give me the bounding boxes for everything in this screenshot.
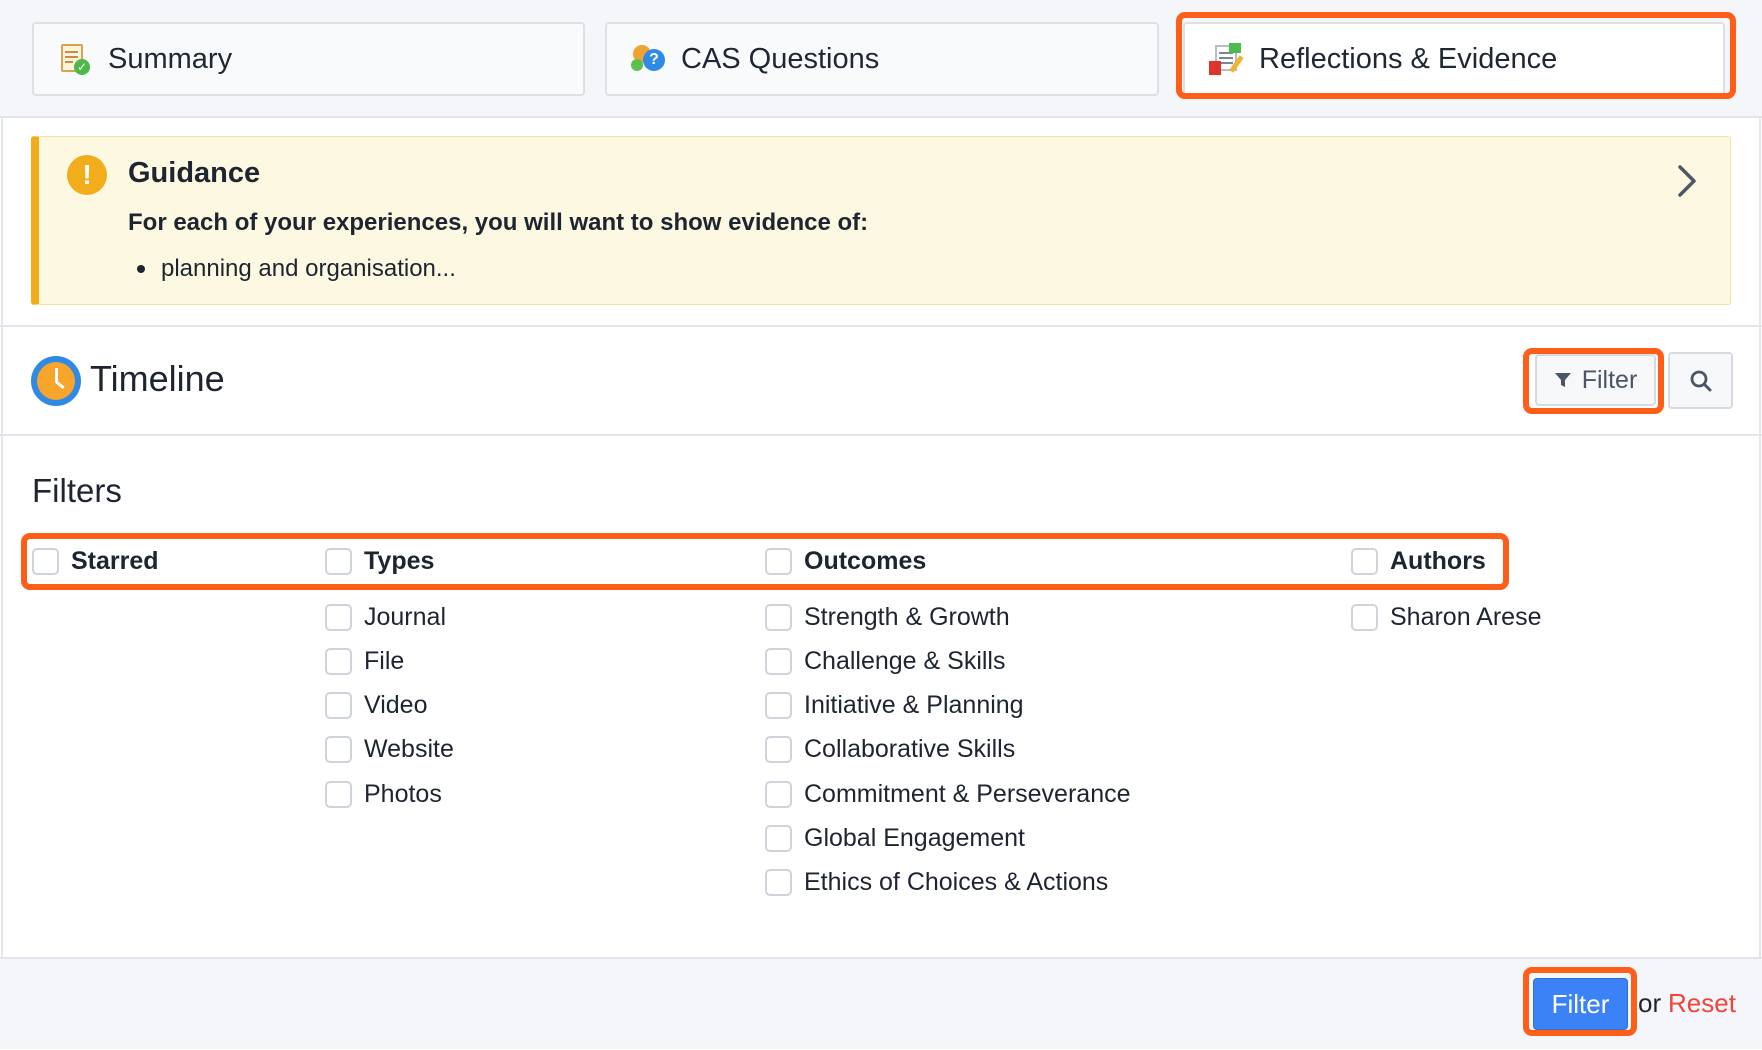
tab-label: Summary xyxy=(108,42,233,75)
search-icon xyxy=(1690,370,1711,391)
type-label: Video xyxy=(364,691,428,719)
outcome-label: Initiative & Planning xyxy=(804,691,1024,719)
type-label: Website xyxy=(364,735,454,763)
filter-header-label: Starred xyxy=(71,547,159,575)
author-option[interactable]: Sharon Arese xyxy=(1351,603,1542,632)
outcome-option[interactable]: Collaborative Skills xyxy=(765,735,1015,764)
filter-header-outcomes[interactable]: Outcomes xyxy=(765,547,926,576)
tab-summary[interactable]: ✓ Summary xyxy=(32,22,585,96)
or-text: or xyxy=(1638,988,1662,1018)
type-checkbox[interactable] xyxy=(325,736,352,763)
outcome-checkbox[interactable] xyxy=(765,825,792,852)
filter-toggle-label: Filter xyxy=(1581,365,1638,394)
outcome-label: Ethics of Choices & Actions xyxy=(804,868,1109,896)
outcome-label: Global Engagement xyxy=(804,824,1025,852)
outcome-checkbox[interactable] xyxy=(765,648,792,675)
outcome-option[interactable]: Initiative & Planning xyxy=(765,691,1024,720)
author-label: Sharon Arese xyxy=(1390,603,1542,631)
outcome-checkbox[interactable] xyxy=(765,604,792,631)
type-checkbox[interactable] xyxy=(325,781,352,808)
divider xyxy=(0,325,1762,327)
filter-header-types[interactable]: Types xyxy=(325,547,434,576)
filter-header-label: Outcomes xyxy=(804,547,927,575)
tab-reflections-evidence[interactable]: Reflections & Evidence xyxy=(1183,22,1725,96)
tab-cas-questions[interactable]: ? CAS Questions xyxy=(605,22,1159,96)
tab-label: CAS Questions xyxy=(681,42,880,75)
outcome-option[interactable]: Strength & Growth xyxy=(765,603,1010,632)
type-option[interactable]: Photos xyxy=(325,780,442,809)
authors-checkbox[interactable] xyxy=(1351,548,1378,575)
type-label: Journal xyxy=(364,603,446,631)
reflections-icon xyxy=(1209,43,1244,75)
filter-toggle-button[interactable]: Filter xyxy=(1535,354,1656,406)
type-option[interactable]: Video xyxy=(325,691,428,720)
filter-header-label: Authors xyxy=(1390,547,1486,575)
search-button[interactable] xyxy=(1668,352,1733,409)
guidance-bullet-text: planning and organisation... xyxy=(161,255,456,282)
funnel-icon xyxy=(1554,373,1571,387)
outcome-label: Challenge & Skills xyxy=(804,647,1006,675)
chevron-right-icon[interactable] xyxy=(1672,161,1702,201)
starred-checkbox[interactable] xyxy=(32,548,59,575)
type-checkbox[interactable] xyxy=(325,604,352,631)
tab-label: Reflections & Evidence xyxy=(1259,42,1558,75)
outcome-option[interactable]: Commitment & Perseverance xyxy=(765,780,1131,809)
guidance-title: Guidance xyxy=(128,157,261,189)
summary-icon: ✓ xyxy=(58,43,90,75)
type-option[interactable]: Website xyxy=(325,735,454,764)
filter-header-authors[interactable]: Authors xyxy=(1351,547,1486,576)
outcome-option[interactable]: Global Engagement xyxy=(765,824,1025,853)
filters-title: Filters xyxy=(32,472,122,509)
outcome-option[interactable]: Challenge & Skills xyxy=(765,647,1006,676)
timeline-clock-icon xyxy=(31,356,81,406)
apply-filter-button[interactable]: Filter xyxy=(1533,978,1628,1030)
type-checkbox[interactable] xyxy=(325,648,352,675)
filter-header-label: Types xyxy=(364,547,435,575)
type-option[interactable]: Journal xyxy=(325,603,446,632)
outcomes-checkbox[interactable] xyxy=(765,548,792,575)
guidance-bullet: planning and organisation... xyxy=(137,255,456,283)
outcome-label: Commitment & Perseverance xyxy=(804,780,1131,808)
outcome-option[interactable]: Ethics of Choices & Actions xyxy=(765,868,1108,897)
outcome-label: Strength & Growth xyxy=(804,603,1010,631)
guidance-panel: ! Guidance For each of your experiences,… xyxy=(31,136,1731,305)
outcome-checkbox[interactable] xyxy=(765,692,792,719)
outcome-label: Collaborative Skills xyxy=(804,735,1016,763)
type-label: File xyxy=(364,647,405,675)
bullet-dot xyxy=(137,265,145,273)
types-checkbox[interactable] xyxy=(325,548,352,575)
filter-header-starred[interactable]: Starred xyxy=(32,547,159,576)
warning-icon: ! xyxy=(67,155,107,195)
reset-link[interactable]: Reset xyxy=(1668,988,1736,1019)
outcome-checkbox[interactable] xyxy=(765,736,792,763)
type-label: Photos xyxy=(364,780,442,808)
tabs-bar: ✓ Summary ? CAS Questions Reflections & … xyxy=(0,0,1762,118)
divider xyxy=(0,434,1762,436)
type-checkbox[interactable] xyxy=(325,692,352,719)
filter-actions-bar xyxy=(0,959,1762,1049)
author-checkbox[interactable] xyxy=(1351,604,1378,631)
timeline-title: Timeline xyxy=(90,358,225,399)
guidance-text: For each of your experiences, you will w… xyxy=(128,209,869,236)
outcome-checkbox[interactable] xyxy=(765,869,792,896)
type-option[interactable]: File xyxy=(325,647,404,676)
cas-questions-icon: ? xyxy=(631,43,665,75)
outcome-checkbox[interactable] xyxy=(765,781,792,808)
